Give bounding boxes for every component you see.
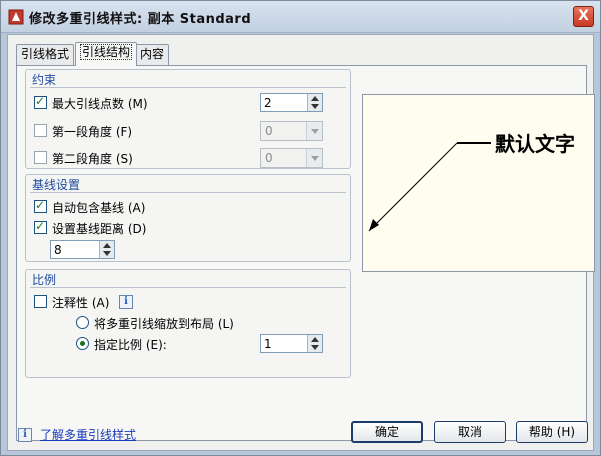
preview-text: 默认文字 bbox=[495, 132, 575, 156]
set-distance-label: 设置基线距离 (D) bbox=[52, 222, 147, 236]
leader-arrowhead bbox=[369, 219, 379, 231]
group-divider bbox=[30, 192, 346, 193]
tab-leader-format[interactable]: 引线格式 bbox=[16, 44, 75, 65]
first-angle-value: 0 bbox=[265, 124, 273, 138]
help-info-icon: i bbox=[18, 428, 32, 442]
set-distance-checkbox[interactable] bbox=[34, 219, 47, 234]
spin-down-icon[interactable] bbox=[103, 251, 111, 256]
annotative-label: 注释性 (A) bbox=[52, 296, 110, 310]
scale-spinner[interactable]: 1 bbox=[260, 334, 323, 353]
scale-value: 1 bbox=[264, 337, 272, 351]
first-angle-label: 第一段角度 (F) bbox=[52, 125, 133, 139]
first-angle-select[interactable]: 0 bbox=[260, 121, 323, 141]
auto-include-checkbox[interactable] bbox=[34, 198, 47, 213]
tab-content[interactable]: 内容 bbox=[135, 44, 170, 65]
group-divider bbox=[30, 87, 346, 88]
info-icon[interactable]: i bbox=[119, 295, 133, 309]
second-angle-checkbox[interactable] bbox=[34, 151, 47, 164]
distance-spinner[interactable]: 8 bbox=[50, 240, 115, 259]
scale-to-layout-radio[interactable] bbox=[76, 316, 89, 329]
spinner-buttons[interactable] bbox=[99, 241, 114, 258]
tab-leader-structure[interactable]: 引线结构 bbox=[75, 42, 138, 66]
spin-up-icon[interactable] bbox=[103, 243, 111, 248]
max-points-checkbox[interactable] bbox=[34, 94, 47, 109]
tab-label: 引线结构 bbox=[80, 44, 133, 60]
preview-pane: 默认文字 bbox=[362, 94, 595, 272]
spin-down-icon[interactable] bbox=[311, 104, 319, 109]
landing-title: 基线设置 bbox=[32, 178, 81, 192]
chevron-down-icon[interactable] bbox=[306, 149, 322, 167]
spinner-buttons[interactable] bbox=[307, 335, 322, 352]
spin-up-icon[interactable] bbox=[311, 96, 319, 101]
tab-panel: 约束 最大引线点数 (M) 2 第一段角度 (F) 0 第二段角度 (S) 0 bbox=[16, 65, 595, 441]
chevron-down-icon[interactable] bbox=[306, 122, 322, 140]
title-bar[interactable]: 修改多重引线样式: 副本 Standard X bbox=[1, 1, 600, 33]
group-divider bbox=[30, 287, 346, 288]
tab-label: 内容 bbox=[140, 47, 165, 61]
second-angle-value: 0 bbox=[265, 151, 273, 165]
max-points-value: 2 bbox=[264, 96, 272, 110]
scale-to-layout-label: 将多重引线缩放到布局 (L) bbox=[94, 317, 234, 331]
specify-scale-label: 指定比例 (E): bbox=[94, 338, 167, 352]
dialog-window: 修改多重引线样式: 副本 Standard X 引线格式 引线结构 内容 约束 … bbox=[0, 0, 601, 456]
constraints-group: 约束 最大引线点数 (M) 2 第一段角度 (F) 0 第二段角度 (S) 0 bbox=[25, 69, 351, 169]
spin-down-icon[interactable] bbox=[311, 345, 319, 350]
leader-line bbox=[368, 142, 458, 232]
help-button[interactable]: 帮助 (H) bbox=[516, 421, 588, 443]
dialog-body: 引线格式 引线结构 内容 约束 最大引线点数 (M) 2 第一段角度 (F) bbox=[7, 34, 595, 451]
close-button[interactable]: X bbox=[573, 6, 594, 27]
landing-group: 基线设置 自动包含基线 (A) 设置基线距离 (D) 8 bbox=[25, 174, 351, 262]
annotative-checkbox[interactable] bbox=[34, 295, 47, 308]
app-icon bbox=[8, 9, 24, 25]
cancel-button[interactable]: 取消 bbox=[434, 421, 506, 443]
learn-more-link[interactable]: 了解多重引线样式 bbox=[40, 426, 136, 443]
second-angle-select[interactable]: 0 bbox=[260, 148, 323, 168]
max-points-label: 最大引线点数 (M) bbox=[52, 97, 148, 111]
max-points-spinner[interactable]: 2 bbox=[260, 93, 323, 112]
leader-preview: 默认文字 bbox=[368, 132, 575, 232]
second-angle-label: 第二段角度 (S) bbox=[52, 152, 133, 166]
window-title: 修改多重引线样式: 副本 Standard bbox=[29, 12, 252, 27]
close-icon: X bbox=[578, 8, 589, 24]
first-angle-checkbox[interactable] bbox=[34, 124, 47, 137]
scale-group: 比例 注释性 (A) i 将多重引线缩放到布局 (L) 指定比例 (E): 1 bbox=[25, 269, 351, 378]
spinner-buttons[interactable] bbox=[307, 94, 322, 111]
tab-label: 引线格式 bbox=[21, 47, 70, 61]
distance-value: 8 bbox=[54, 243, 62, 257]
ok-button[interactable]: 确定 bbox=[351, 421, 423, 443]
scale-title: 比例 bbox=[32, 273, 57, 287]
auto-include-label: 自动包含基线 (A) bbox=[52, 201, 146, 215]
spin-up-icon[interactable] bbox=[311, 337, 319, 342]
specify-scale-radio[interactable] bbox=[76, 337, 89, 350]
constraints-title: 约束 bbox=[32, 73, 57, 87]
